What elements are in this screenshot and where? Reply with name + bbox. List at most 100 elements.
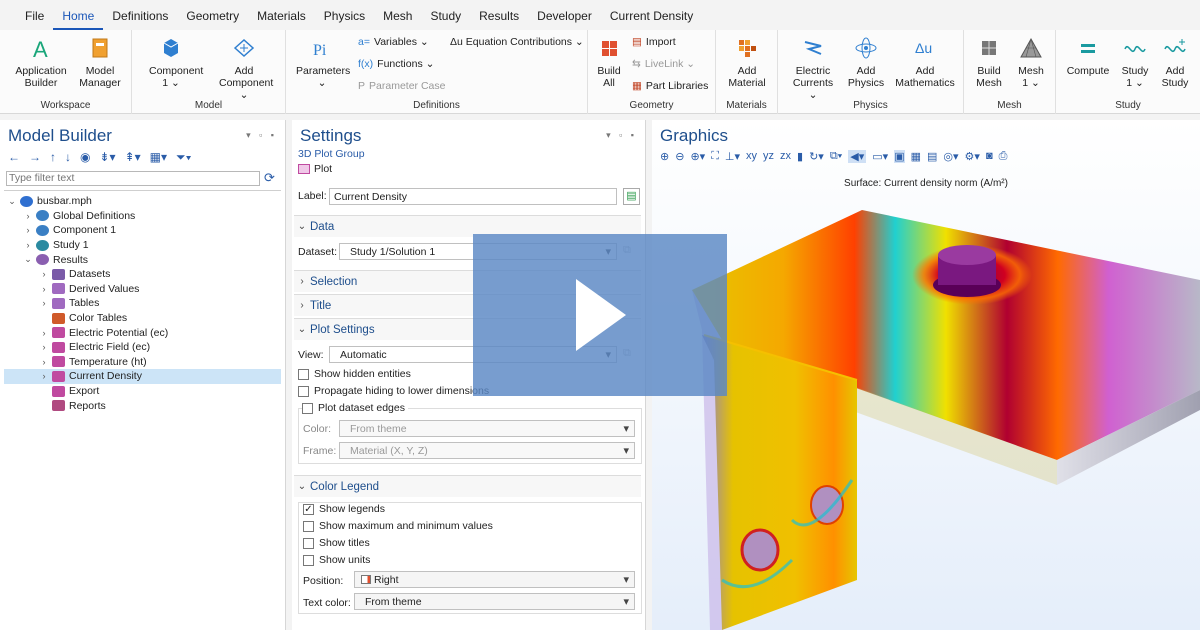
label-input[interactable]: Current Density	[329, 188, 617, 205]
position-select[interactable]: Right	[354, 571, 635, 588]
functions-label: Functions ⌄	[377, 58, 435, 70]
down-arrow-icon[interactable]: ↓	[65, 150, 71, 164]
menu-mesh[interactable]: Mesh	[374, 0, 421, 30]
application-builder-button[interactable]: A Application Builder	[10, 34, 72, 89]
add-component-button[interactable]: Add Component ⌄	[208, 34, 280, 101]
tree-node-icon	[20, 195, 33, 207]
tree-toggle-icon[interactable]: ›	[22, 225, 34, 235]
panel-window-controls[interactable]: ▾ ▫ ▪	[246, 130, 277, 141]
tree-item[interactable]: › Electric Field (ec)	[4, 340, 281, 355]
electric-currents-button[interactable]: Electric Currents ⌄	[788, 34, 838, 101]
textcolor-select[interactable]: From theme	[354, 593, 635, 610]
busbar-3d-plot[interactable]	[652, 160, 1200, 630]
tree-item[interactable]: › Study 1	[4, 238, 281, 253]
ribbon-group-materials: Add Material Materials	[716, 30, 778, 114]
forward-arrow-icon[interactable]: →	[29, 150, 41, 164]
show-maxmin-checkbox[interactable]: Show maximum and minimum values	[303, 520, 493, 532]
mesh-1-button[interactable]: Mesh 1 ⌄	[1012, 34, 1050, 89]
menu-home[interactable]: Home	[53, 0, 104, 30]
up-arrow-icon[interactable]: ↑	[50, 150, 56, 164]
edit-label-icon[interactable]: ▤	[623, 188, 640, 205]
show-units-checkbox[interactable]: Show units	[303, 554, 370, 566]
tree-item[interactable]: › Component 1	[4, 223, 281, 238]
menu-study[interactable]: Study	[421, 0, 470, 30]
tree-toggle-icon[interactable]: ›	[38, 269, 50, 279]
menu-current-density[interactable]: Current Density	[601, 0, 702, 30]
add-mathematics-button[interactable]: Δu Add Mathematics	[892, 34, 958, 89]
tree-toggle-icon[interactable]: ⌄	[22, 254, 34, 265]
compute-button[interactable]: Compute	[1064, 34, 1112, 77]
plot-button[interactable]: Plot	[292, 160, 645, 178]
video-play-button[interactable]	[473, 234, 727, 396]
tree-toggle-icon[interactable]: ›	[22, 240, 34, 250]
color-select[interactable]: From theme	[339, 420, 635, 437]
tree-toggle-icon[interactable]: ›	[38, 371, 50, 381]
options-icon[interactable]: ▦▾	[150, 150, 167, 164]
import-label: Import	[645, 36, 676, 48]
filter-icon[interactable]: ⏷▾	[176, 150, 191, 165]
menu-developer[interactable]: Developer	[528, 0, 601, 30]
tree-item[interactable]: › Global Definitions	[4, 209, 281, 224]
tree-toggle-icon[interactable]: ›	[38, 357, 50, 367]
tree-item[interactable]: Export	[4, 384, 281, 399]
livelink-button[interactable]: ⇆ LiveLink ⌄	[632, 58, 695, 70]
legend-position-icon	[361, 575, 371, 584]
tree-item[interactable]: › Electric Potential (ec)	[4, 325, 281, 340]
plot-edges-checkbox[interactable]: Plot dataset edges	[302, 402, 408, 414]
expand-tree-icon[interactable]: ⇟▾	[99, 150, 115, 164]
variables-button[interactable]: a= Variables ⌄	[358, 36, 429, 48]
tree-item[interactable]: › Datasets	[4, 267, 281, 282]
menu-geometry[interactable]: Geometry	[177, 0, 248, 30]
equation-contributions-button[interactable]: Δu Equation Contributions ⌄	[450, 36, 584, 48]
parameters-button[interactable]: Pi Parameters ⌄	[296, 34, 350, 89]
tree-toggle-icon[interactable]: ⌄	[6, 196, 18, 207]
build-mesh-icon	[970, 34, 1008, 62]
collapse-tree-icon[interactable]: ⇞▾	[125, 150, 141, 164]
functions-icon: f(x)	[358, 58, 374, 70]
section-color-legend[interactable]: ⌄ Color Legend	[294, 475, 641, 497]
tree-item[interactable]: Reports	[4, 398, 281, 413]
menu-materials[interactable]: Materials	[248, 0, 315, 30]
tree-item[interactable]: › Derived Values	[4, 282, 281, 297]
add-study-button[interactable]: Add Study	[1156, 34, 1194, 89]
tree-toggle-icon[interactable]: ›	[38, 328, 50, 338]
menu-definitions[interactable]: Definitions	[103, 0, 177, 30]
model-builder-toolbar: ← → ↑ ↓ ◉ ⇟▾ ⇞▾ ▦▾ ⏷▾	[0, 148, 285, 166]
import-icon: ▤	[632, 36, 642, 48]
tree-item[interactable]: ⌄ Results	[4, 252, 281, 267]
build-all-button[interactable]: Build All	[594, 34, 624, 89]
show-icon[interactable]: ◉	[80, 150, 90, 164]
part-libraries-button[interactable]: ▦ Part Libraries	[632, 80, 708, 92]
show-hidden-checkbox[interactable]: Show hidden entities	[298, 368, 411, 380]
propagate-checkbox[interactable]: Propagate hiding to lower dimensions	[298, 385, 489, 397]
study-1-button[interactable]: Study 1 ⌄	[1118, 34, 1152, 89]
tree-toggle-icon[interactable]: ›	[38, 284, 50, 294]
menu-results[interactable]: Results	[470, 0, 528, 30]
tree-item[interactable]: › Tables	[4, 296, 281, 311]
component-button[interactable]: Component 1 ⌄	[138, 34, 204, 89]
tree-item[interactable]: › Current Density	[4, 369, 281, 384]
frame-select[interactable]: Material (X, Y, Z)	[339, 442, 635, 459]
tree-item[interactable]: › Temperature (ht)	[4, 355, 281, 370]
show-titles-checkbox[interactable]: Show titles	[303, 537, 370, 549]
menu-physics[interactable]: Physics	[315, 0, 374, 30]
ribbon-group-label: Materials	[726, 100, 767, 111]
refresh-icon[interactable]: ⟳	[264, 170, 275, 186]
show-legends-checkbox[interactable]: ✓ Show legends	[303, 503, 385, 515]
parameter-case-button[interactable]: P Parameter Case	[358, 80, 445, 92]
tree-toggle-icon[interactable]: ›	[38, 298, 50, 308]
import-button[interactable]: ▤ Import	[632, 36, 676, 48]
build-mesh-button[interactable]: Build Mesh	[970, 34, 1008, 89]
filter-input[interactable]	[6, 170, 260, 186]
tree-item[interactable]: ⌄ busbar.mph	[4, 194, 281, 209]
add-material-button[interactable]: Add Material	[722, 34, 772, 89]
tree-toggle-icon[interactable]: ›	[22, 211, 34, 221]
panel-window-controls[interactable]: ▾ ▫ ▪	[606, 130, 637, 141]
functions-button[interactable]: f(x) Functions ⌄	[358, 58, 434, 70]
model-manager-button[interactable]: Model Manager	[72, 34, 128, 89]
menu-file[interactable]: File	[16, 0, 53, 30]
back-arrow-icon[interactable]: ←	[8, 150, 20, 164]
tree-toggle-icon[interactable]: ›	[38, 342, 50, 352]
tree-item[interactable]: Color Tables	[4, 311, 281, 326]
add-physics-button[interactable]: Add Physics	[844, 34, 888, 89]
